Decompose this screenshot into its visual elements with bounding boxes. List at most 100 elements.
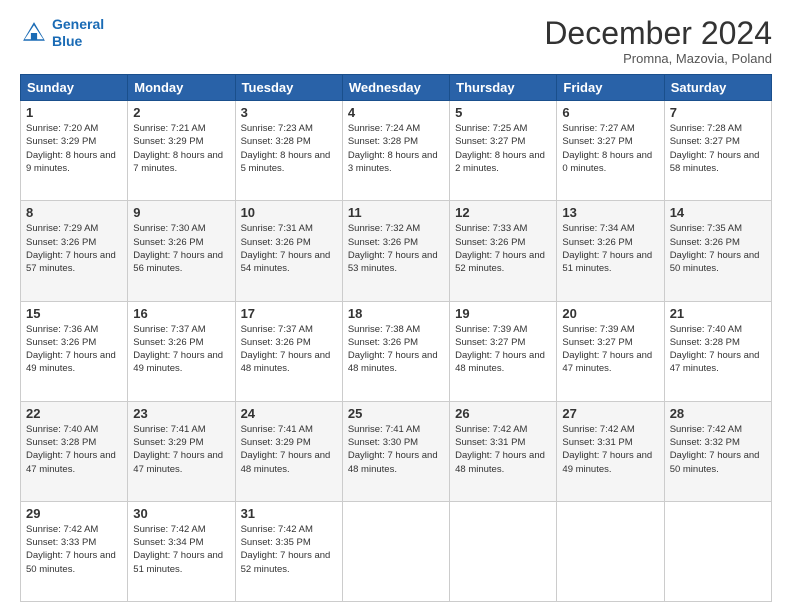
day-number: 19 xyxy=(455,306,551,321)
table-row: 22 Sunrise: 7:40 AM Sunset: 3:28 PM Dayl… xyxy=(21,401,128,501)
day-number: 22 xyxy=(26,406,122,421)
title-block: December 2024 Promna, Mazovia, Poland xyxy=(544,16,772,66)
day-info: Sunrise: 7:37 AM Sunset: 3:26 PM Dayligh… xyxy=(241,323,337,376)
day-info: Sunrise: 7:32 AM Sunset: 3:26 PM Dayligh… xyxy=(348,222,444,275)
calendar-week-row: 1 Sunrise: 7:20 AM Sunset: 3:29 PM Dayli… xyxy=(21,101,772,201)
col-saturday: Saturday xyxy=(664,75,771,101)
day-info: Sunrise: 7:41 AM Sunset: 3:29 PM Dayligh… xyxy=(133,423,229,476)
day-number: 21 xyxy=(670,306,766,321)
day-info: Sunrise: 7:31 AM Sunset: 3:26 PM Dayligh… xyxy=(241,222,337,275)
day-info: Sunrise: 7:42 AM Sunset: 3:31 PM Dayligh… xyxy=(562,423,658,476)
day-info: Sunrise: 7:21 AM Sunset: 3:29 PM Dayligh… xyxy=(133,122,229,175)
table-row: 9 Sunrise: 7:30 AM Sunset: 3:26 PM Dayli… xyxy=(128,201,235,301)
calendar-week-row: 29 Sunrise: 7:42 AM Sunset: 3:33 PM Dayl… xyxy=(21,501,772,601)
table-row: 8 Sunrise: 7:29 AM Sunset: 3:26 PM Dayli… xyxy=(21,201,128,301)
day-info: Sunrise: 7:34 AM Sunset: 3:26 PM Dayligh… xyxy=(562,222,658,275)
col-sunday: Sunday xyxy=(21,75,128,101)
col-wednesday: Wednesday xyxy=(342,75,449,101)
calendar-week-row: 8 Sunrise: 7:29 AM Sunset: 3:26 PM Dayli… xyxy=(21,201,772,301)
table-row: 5 Sunrise: 7:25 AM Sunset: 3:27 PM Dayli… xyxy=(450,101,557,201)
table-row: 21 Sunrise: 7:40 AM Sunset: 3:28 PM Dayl… xyxy=(664,301,771,401)
table-row xyxy=(342,501,449,601)
day-info: Sunrise: 7:39 AM Sunset: 3:27 PM Dayligh… xyxy=(455,323,551,376)
header: General Blue December 2024 Promna, Mazov… xyxy=(20,16,772,66)
table-row: 19 Sunrise: 7:39 AM Sunset: 3:27 PM Dayl… xyxy=(450,301,557,401)
main-title: December 2024 xyxy=(544,16,772,51)
day-info: Sunrise: 7:39 AM Sunset: 3:27 PM Dayligh… xyxy=(562,323,658,376)
day-number: 5 xyxy=(455,105,551,120)
table-row: 24 Sunrise: 7:41 AM Sunset: 3:29 PM Dayl… xyxy=(235,401,342,501)
calendar-week-row: 22 Sunrise: 7:40 AM Sunset: 3:28 PM Dayl… xyxy=(21,401,772,501)
table-row xyxy=(664,501,771,601)
day-number: 15 xyxy=(26,306,122,321)
col-friday: Friday xyxy=(557,75,664,101)
table-row: 25 Sunrise: 7:41 AM Sunset: 3:30 PM Dayl… xyxy=(342,401,449,501)
table-row: 10 Sunrise: 7:31 AM Sunset: 3:26 PM Dayl… xyxy=(235,201,342,301)
col-monday: Monday xyxy=(128,75,235,101)
day-info: Sunrise: 7:42 AM Sunset: 3:34 PM Dayligh… xyxy=(133,523,229,576)
table-row: 26 Sunrise: 7:42 AM Sunset: 3:31 PM Dayl… xyxy=(450,401,557,501)
day-number: 11 xyxy=(348,205,444,220)
logo-icon xyxy=(20,19,48,47)
day-info: Sunrise: 7:41 AM Sunset: 3:29 PM Dayligh… xyxy=(241,423,337,476)
day-number: 1 xyxy=(26,105,122,120)
day-number: 7 xyxy=(670,105,766,120)
table-row: 27 Sunrise: 7:42 AM Sunset: 3:31 PM Dayl… xyxy=(557,401,664,501)
table-row: 11 Sunrise: 7:32 AM Sunset: 3:26 PM Dayl… xyxy=(342,201,449,301)
table-row: 7 Sunrise: 7:28 AM Sunset: 3:27 PM Dayli… xyxy=(664,101,771,201)
day-info: Sunrise: 7:38 AM Sunset: 3:26 PM Dayligh… xyxy=(348,323,444,376)
day-info: Sunrise: 7:30 AM Sunset: 3:26 PM Dayligh… xyxy=(133,222,229,275)
calendar-header-row: Sunday Monday Tuesday Wednesday Thursday… xyxy=(21,75,772,101)
day-info: Sunrise: 7:42 AM Sunset: 3:32 PM Dayligh… xyxy=(670,423,766,476)
table-row: 29 Sunrise: 7:42 AM Sunset: 3:33 PM Dayl… xyxy=(21,501,128,601)
day-info: Sunrise: 7:28 AM Sunset: 3:27 PM Dayligh… xyxy=(670,122,766,175)
day-number: 8 xyxy=(26,205,122,220)
logo-text: General Blue xyxy=(52,16,104,50)
table-row: 4 Sunrise: 7:24 AM Sunset: 3:28 PM Dayli… xyxy=(342,101,449,201)
day-number: 30 xyxy=(133,506,229,521)
day-info: Sunrise: 7:29 AM Sunset: 3:26 PM Dayligh… xyxy=(26,222,122,275)
day-number: 16 xyxy=(133,306,229,321)
day-number: 18 xyxy=(348,306,444,321)
table-row: 2 Sunrise: 7:21 AM Sunset: 3:29 PM Dayli… xyxy=(128,101,235,201)
day-info: Sunrise: 7:33 AM Sunset: 3:26 PM Dayligh… xyxy=(455,222,551,275)
table-row: 6 Sunrise: 7:27 AM Sunset: 3:27 PM Dayli… xyxy=(557,101,664,201)
day-number: 31 xyxy=(241,506,337,521)
day-info: Sunrise: 7:20 AM Sunset: 3:29 PM Dayligh… xyxy=(26,122,122,175)
day-info: Sunrise: 7:25 AM Sunset: 3:27 PM Dayligh… xyxy=(455,122,551,175)
calendar-week-row: 15 Sunrise: 7:36 AM Sunset: 3:26 PM Dayl… xyxy=(21,301,772,401)
day-number: 9 xyxy=(133,205,229,220)
col-tuesday: Tuesday xyxy=(235,75,342,101)
table-row: 18 Sunrise: 7:38 AM Sunset: 3:26 PM Dayl… xyxy=(342,301,449,401)
day-info: Sunrise: 7:42 AM Sunset: 3:35 PM Dayligh… xyxy=(241,523,337,576)
table-row: 20 Sunrise: 7:39 AM Sunset: 3:27 PM Dayl… xyxy=(557,301,664,401)
day-number: 23 xyxy=(133,406,229,421)
day-info: Sunrise: 7:37 AM Sunset: 3:26 PM Dayligh… xyxy=(133,323,229,376)
day-info: Sunrise: 7:42 AM Sunset: 3:33 PM Dayligh… xyxy=(26,523,122,576)
day-info: Sunrise: 7:23 AM Sunset: 3:28 PM Dayligh… xyxy=(241,122,337,175)
day-number: 29 xyxy=(26,506,122,521)
table-row: 3 Sunrise: 7:23 AM Sunset: 3:28 PM Dayli… xyxy=(235,101,342,201)
table-row: 12 Sunrise: 7:33 AM Sunset: 3:26 PM Dayl… xyxy=(450,201,557,301)
day-number: 14 xyxy=(670,205,766,220)
table-row: 16 Sunrise: 7:37 AM Sunset: 3:26 PM Dayl… xyxy=(128,301,235,401)
subtitle: Promna, Mazovia, Poland xyxy=(544,51,772,66)
day-number: 26 xyxy=(455,406,551,421)
page: General Blue December 2024 Promna, Mazov… xyxy=(0,0,792,612)
table-row: 17 Sunrise: 7:37 AM Sunset: 3:26 PM Dayl… xyxy=(235,301,342,401)
table-row: 15 Sunrise: 7:36 AM Sunset: 3:26 PM Dayl… xyxy=(21,301,128,401)
day-info: Sunrise: 7:41 AM Sunset: 3:30 PM Dayligh… xyxy=(348,423,444,476)
day-info: Sunrise: 7:24 AM Sunset: 3:28 PM Dayligh… xyxy=(348,122,444,175)
day-number: 13 xyxy=(562,205,658,220)
day-info: Sunrise: 7:42 AM Sunset: 3:31 PM Dayligh… xyxy=(455,423,551,476)
table-row xyxy=(557,501,664,601)
table-row xyxy=(450,501,557,601)
day-number: 2 xyxy=(133,105,229,120)
table-row: 14 Sunrise: 7:35 AM Sunset: 3:26 PM Dayl… xyxy=(664,201,771,301)
day-info: Sunrise: 7:40 AM Sunset: 3:28 PM Dayligh… xyxy=(670,323,766,376)
day-number: 12 xyxy=(455,205,551,220)
day-info: Sunrise: 7:27 AM Sunset: 3:27 PM Dayligh… xyxy=(562,122,658,175)
day-number: 28 xyxy=(670,406,766,421)
day-info: Sunrise: 7:40 AM Sunset: 3:28 PM Dayligh… xyxy=(26,423,122,476)
table-row: 13 Sunrise: 7:34 AM Sunset: 3:26 PM Dayl… xyxy=(557,201,664,301)
